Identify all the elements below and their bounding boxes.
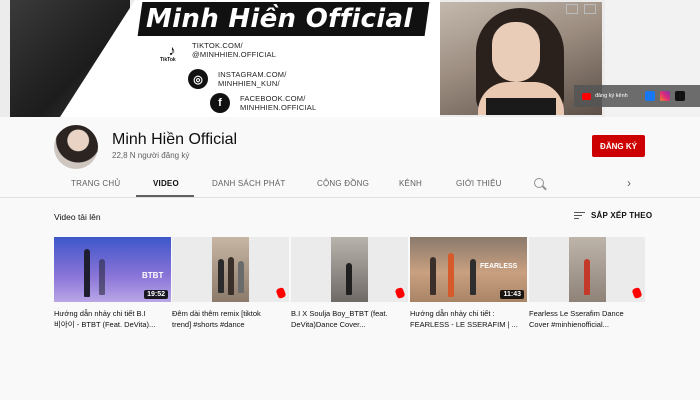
video-duration: 11:43 xyxy=(500,290,524,299)
subscribe-link[interactable]: đăng ký kênh xyxy=(595,93,628,99)
video-title-line: Đêm dài thêm remix [tiktok xyxy=(172,309,261,318)
sort-icon xyxy=(574,211,585,220)
youtube-icon xyxy=(582,92,591,100)
tiktok-link-icon[interactable] xyxy=(674,91,685,101)
subscriber-count: 22,8 N người đăng ký xyxy=(112,151,190,160)
banner-tiktok: ♪ TIKTOK.COM/ @MINHHIEN.OFFICIAL xyxy=(162,40,276,60)
video-title[interactable]: B.I X Soulja Boy_BTBT (feat. DeVita)Danc… xyxy=(291,308,408,330)
facebook-icon: f xyxy=(210,93,230,113)
section-title: Video tải lên xyxy=(54,212,101,222)
video-title-line: DeVita)Dance Cover... xyxy=(291,320,366,329)
tab-playlists[interactable]: DANH SÁCH PHÁT xyxy=(212,179,285,188)
banner-ornament-box xyxy=(566,4,578,14)
instagram-link-icon[interactable] xyxy=(659,91,670,101)
sort-button[interactable]: SẮP XẾP THEO xyxy=(574,211,652,220)
facebook-link-icon[interactable] xyxy=(644,91,655,101)
shorts-icon xyxy=(631,286,643,300)
banner-title: Minh Hiền Official xyxy=(137,2,429,36)
video-title[interactable]: Đêm dài thêm remix [tiktok trend] #short… xyxy=(172,308,289,330)
video-title[interactable]: Hướng dẫn nhảy chi tiết B.I 비아이 - BTBT (… xyxy=(54,308,171,330)
video-title-line: Fearless Le Sserafim Dance xyxy=(529,309,624,318)
video-title-line: 비아이 - BTBT (Feat. DeVita)... xyxy=(54,320,156,329)
video-title-line: Cover #minhienofficial... xyxy=(529,320,609,329)
video-thumbnail[interactable]: FEARLESS 11:43 xyxy=(410,237,527,302)
video-title-line: Hướng dẫn nhảy chi tiết B.I xyxy=(54,309,146,318)
sort-label: SẮP XẾP THEO xyxy=(591,211,653,220)
instagram-icon: ◎ xyxy=(188,69,208,89)
instagram-line1: INSTAGRAM.COM/ xyxy=(218,70,287,79)
tiktok-line2: @MINHHIEN.OFFICIAL xyxy=(192,50,277,59)
video-thumbnail[interactable] xyxy=(172,237,289,302)
tiktok-caption: TikTok xyxy=(160,57,176,63)
chevron-right-icon[interactable]: › xyxy=(627,176,631,190)
video-title[interactable]: Fearless Le Sserafim Dance Cover #minhie… xyxy=(529,308,645,330)
tab-channels[interactable]: KÊNH xyxy=(399,179,422,188)
channel-name: Minh Hiền Official xyxy=(112,131,238,148)
shorts-icon xyxy=(275,286,287,300)
video-title-line: trend] #shorts #dance xyxy=(172,320,245,329)
tiktok-line1: TIKTOK.COM/ xyxy=(192,41,243,50)
subscribe-button[interactable]: ĐĂNG KÝ xyxy=(592,135,645,157)
facebook-line2: MINHHIEN.OFFICIAL xyxy=(240,103,317,112)
video-thumbnail[interactable] xyxy=(529,237,645,302)
video-title-line: Hướng dẫn nhảy chi tiết : xyxy=(410,309,495,318)
facebook-line1: FACEBOOK.COM/ xyxy=(240,94,306,103)
banner-instagram: ◎ INSTAGRAM.COM/ MINHHIEN_KUN/ xyxy=(188,69,287,89)
video-thumbnail[interactable] xyxy=(291,237,408,302)
banner-title-text: Minh Hiền Official xyxy=(146,4,413,34)
banner-links-overlay[interactable]: đăng ký kênh xyxy=(574,85,700,107)
shorts-icon xyxy=(394,286,406,300)
video-title-line: B.I X Soulja Boy_BTBT (feat. xyxy=(291,309,388,318)
tab-videos[interactable]: VIDEO xyxy=(153,179,179,188)
banner-ornament-box xyxy=(584,4,596,14)
video-title-line: FEARLESS - LE SSERAFIM | ... xyxy=(410,320,518,329)
channel-banner: Minh Hiền Official ♪ TIKTOK.COM/ @MINHHI… xyxy=(0,0,700,117)
video-title[interactable]: Hướng dẫn nhảy chi tiết : FEARLESS - LE … xyxy=(410,308,527,330)
search-icon[interactable] xyxy=(534,178,544,188)
tab-home[interactable]: TRANG CHỦ xyxy=(71,179,120,188)
channel-tabs: TRANG CHỦ VIDEO DANH SÁCH PHÁT CỘNG ĐỒNG… xyxy=(0,172,700,198)
banner-facebook: f FACEBOOK.COM/ MINHHIEN.OFFICIAL xyxy=(210,93,316,113)
tab-about[interactable]: GIỚI THIỆU xyxy=(456,179,502,188)
video-duration: 19:52 xyxy=(144,290,168,299)
instagram-line2: MINHHIEN_KUN/ xyxy=(218,79,280,88)
tab-community[interactable]: CỘNG ĐỒNG xyxy=(317,179,369,188)
channel-avatar[interactable] xyxy=(54,125,98,169)
video-thumbnail[interactable]: BTBT 19:52 xyxy=(54,237,171,302)
